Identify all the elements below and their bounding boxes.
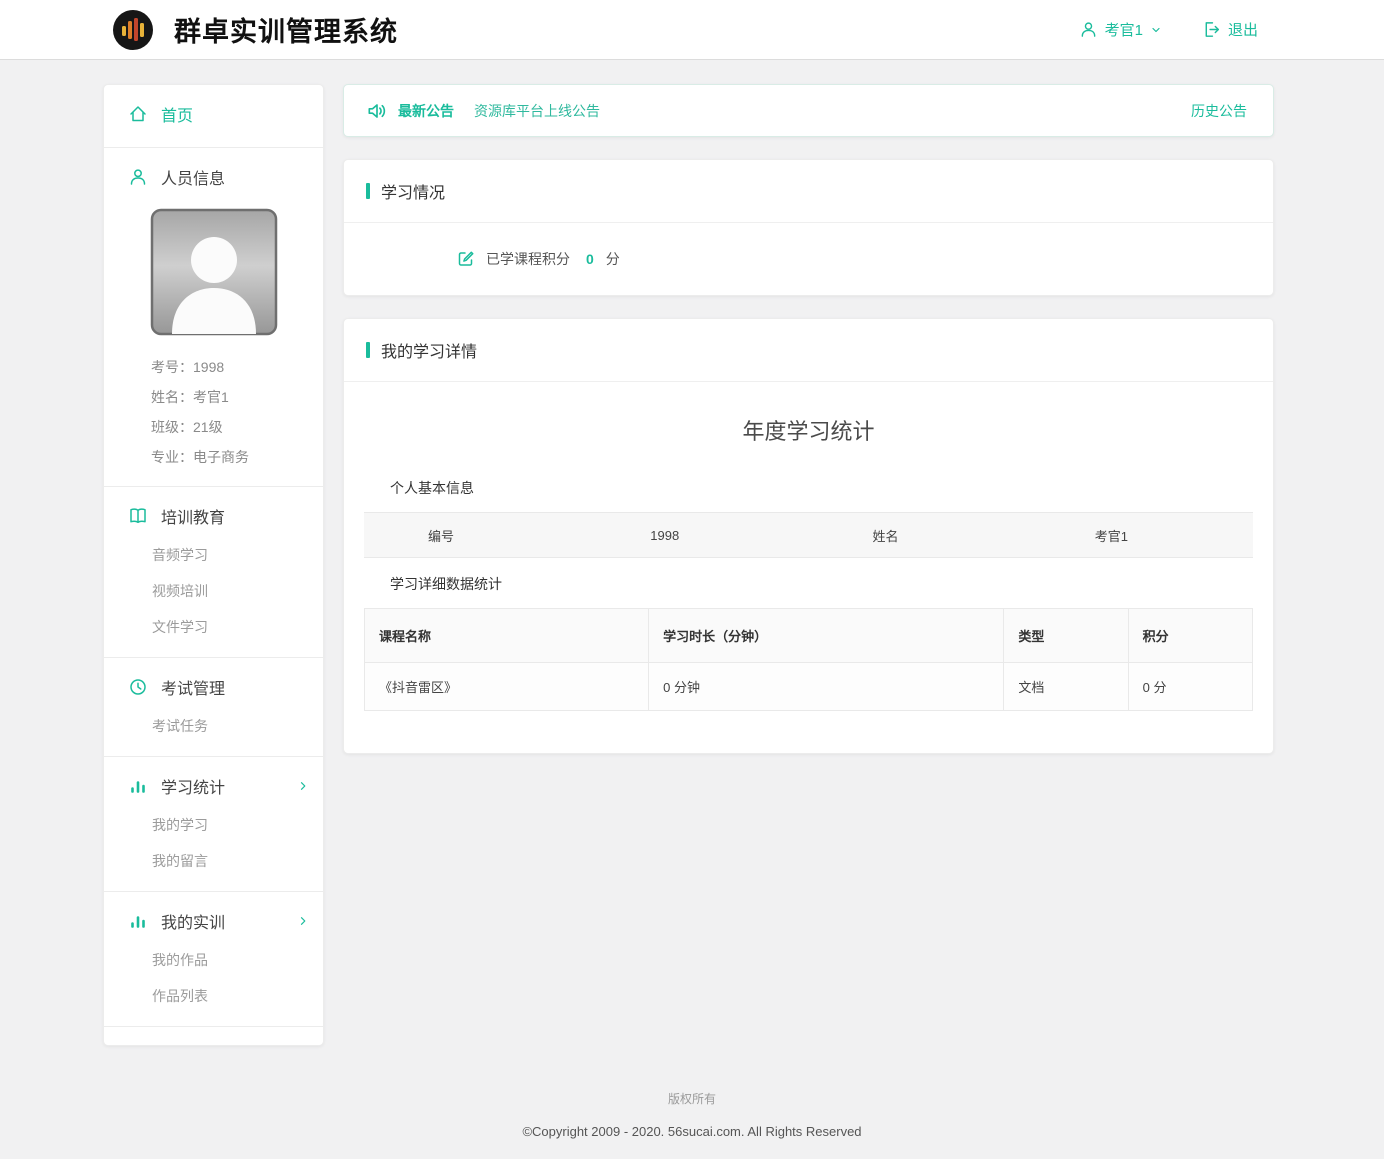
sidebar: 首页 人员信息: [103, 84, 324, 1046]
study-status-card: 学习情况 已学课程积分 0 分: [343, 159, 1274, 296]
report-title: 年度学习统计: [364, 414, 1253, 446]
avatar: [104, 198, 323, 350]
basic-info-name-label: 姓名: [809, 526, 1031, 545]
chevron-right-icon: [297, 915, 309, 927]
sidebar-section-profile: 人员信息: [104, 148, 323, 487]
score-row: 已学课程积分 0 分: [344, 223, 1273, 295]
sidebar-section-training-education: 培训教育 音频学习 视频培训 文件学习: [104, 487, 323, 658]
basic-info-id-label: 编号: [364, 526, 586, 545]
cell-type: 文档: [1004, 663, 1128, 711]
user-menu[interactable]: 考官1: [1079, 19, 1162, 40]
column-header-type: 类型: [1004, 609, 1128, 663]
sidebar-item-label: 考试管理: [161, 675, 225, 699]
brand: 群卓实训管理系统: [112, 9, 398, 51]
page-footer: 版权所有 ©Copyright 2009 - 2020. 56sucai.com…: [0, 1046, 1384, 1159]
sidebar-item-training-education[interactable]: 培训教育: [104, 491, 323, 537]
title-accent-bar: [366, 183, 370, 199]
bar-chart-icon: [128, 911, 148, 931]
home-icon: [128, 104, 148, 124]
profile-field-class: 班级：21级: [151, 412, 323, 442]
history-announcements-link[interactable]: 历史公告: [1191, 101, 1247, 121]
study-detail-card: 我的学习详情 年度学习统计 个人基本信息 编号 1998 姓名 考官1 学习详细…: [343, 318, 1274, 754]
book-icon: [128, 506, 148, 526]
sidebar-item-label: 人员信息: [161, 165, 225, 189]
bar-chart-icon: [128, 776, 148, 796]
table-row: 《抖音雷区》 0 分钟 文档 0 分: [365, 663, 1253, 711]
sidebar-subitem-my-study[interactable]: 我的学习: [104, 807, 323, 843]
basic-info-label: 个人基本信息: [390, 478, 1253, 498]
topbar-right: 考官1 退出: [1079, 19, 1258, 40]
sidebar-subitem-audio-learning[interactable]: 音频学习: [104, 537, 323, 573]
main: 最新公告 资源库平台上线公告 历史公告 学习情况 已学课程积分 0 分: [343, 84, 1274, 754]
sidebar-item-label: 学习统计: [161, 774, 225, 798]
header: 群卓实训管理系统 考官1: [0, 0, 1384, 60]
sidebar-subitem-works-list[interactable]: 作品列表: [104, 978, 323, 1014]
person-icon: [128, 167, 148, 187]
logout-label: 退出: [1228, 19, 1258, 40]
profile-field-exam-no: 考号：1998: [151, 352, 323, 382]
sidebar-section-exam-management: 考试管理 考试任务: [104, 658, 323, 757]
sidebar-subitem-exam-task[interactable]: 考试任务: [104, 708, 323, 744]
profile-field-name: 姓名：考官1: [151, 382, 323, 412]
study-detail-title: 我的学习详情: [381, 338, 477, 362]
sidebar-item-my-practice[interactable]: 我的实训: [104, 896, 323, 942]
sidebar-section-home: 首页: [104, 85, 323, 148]
logout-icon: [1202, 20, 1221, 39]
footer-copyright: ©Copyright 2009 - 2020. 56sucai.com. All…: [0, 1124, 1384, 1139]
sidebar-item-label: 我的实训: [161, 909, 225, 933]
clock-icon: [128, 677, 148, 697]
sidebar-item-study-statistics[interactable]: 学习统计: [104, 761, 323, 807]
basic-info-name-value: 考官1: [1031, 526, 1253, 545]
announcement-bar: 最新公告 资源库平台上线公告 历史公告: [343, 84, 1274, 137]
score-label: 已学课程积分: [486, 249, 570, 269]
app-title: 群卓实训管理系统: [174, 10, 398, 49]
sidebar-item-label: 培训教育: [161, 504, 225, 528]
edit-icon: [456, 249, 476, 269]
speaker-icon: [366, 100, 388, 122]
card-title: 学习情况: [344, 160, 1273, 223]
stats-label: 学习详细数据统计: [390, 574, 1253, 594]
profile-fields: 考号：1998 姓名：考官1 班级：21级 专业：电子商务: [104, 350, 323, 474]
sidebar-item-label: 首页: [161, 102, 193, 126]
footer-rights: 版权所有: [0, 1090, 1384, 1107]
user-name: 考官1: [1105, 19, 1143, 40]
user-icon: [1079, 20, 1098, 39]
score-value: 0: [586, 251, 594, 267]
study-data-table: 课程名称 学习时长（分钟） 类型 积分 《抖音雷区》 0 分钟 文档 0 分: [364, 608, 1253, 711]
cell-duration: 0 分钟: [649, 663, 1004, 711]
profile-field-major: 专业：电子商务: [151, 442, 323, 472]
chevron-down-icon: [1150, 24, 1162, 36]
announcement-label: 最新公告: [398, 101, 454, 121]
cell-course-name: 《抖音雷区》: [365, 663, 649, 711]
sidebar-subitem-file-learning[interactable]: 文件学习: [104, 609, 323, 645]
column-header-duration: 学习时长（分钟）: [649, 609, 1004, 663]
basic-info-row: 编号 1998 姓名 考官1: [364, 512, 1253, 558]
chevron-right-icon: [297, 780, 309, 792]
announcement-link[interactable]: 资源库平台上线公告: [474, 101, 600, 121]
sidebar-subitem-video-training[interactable]: 视频培训: [104, 573, 323, 609]
score-unit: 分: [606, 249, 620, 269]
column-header-score: 积分: [1128, 609, 1252, 663]
basic-info-id-value: 1998: [586, 528, 808, 543]
title-accent-bar: [366, 342, 370, 358]
card-title: 我的学习详情: [344, 319, 1273, 382]
content: 首页 人员信息: [0, 60, 1384, 1046]
sidebar-subitem-my-messages[interactable]: 我的留言: [104, 843, 323, 879]
table-header-row: 课程名称 学习时长（分钟） 类型 积分: [365, 609, 1253, 663]
sidebar-item-personnel-info[interactable]: 人员信息: [104, 152, 323, 198]
sidebar-subitem-my-works[interactable]: 我的作品: [104, 942, 323, 978]
sidebar-item-exam-management[interactable]: 考试管理: [104, 662, 323, 708]
cell-score: 0 分: [1128, 663, 1252, 711]
column-header-course: 课程名称: [365, 609, 649, 663]
logout-button[interactable]: 退出: [1202, 19, 1258, 40]
sidebar-section-my-practice: 我的实训 我的作品 作品列表: [104, 892, 323, 1027]
study-status-title: 学习情况: [381, 179, 445, 203]
app-logo-icon: [112, 9, 154, 51]
study-detail-body: 年度学习统计 个人基本信息 编号 1998 姓名 考官1 学习详细数据统计 课程…: [344, 382, 1273, 753]
sidebar-item-home[interactable]: 首页: [104, 89, 323, 135]
sidebar-section-study-statistics: 学习统计 我的学习 我的留言: [104, 757, 323, 892]
